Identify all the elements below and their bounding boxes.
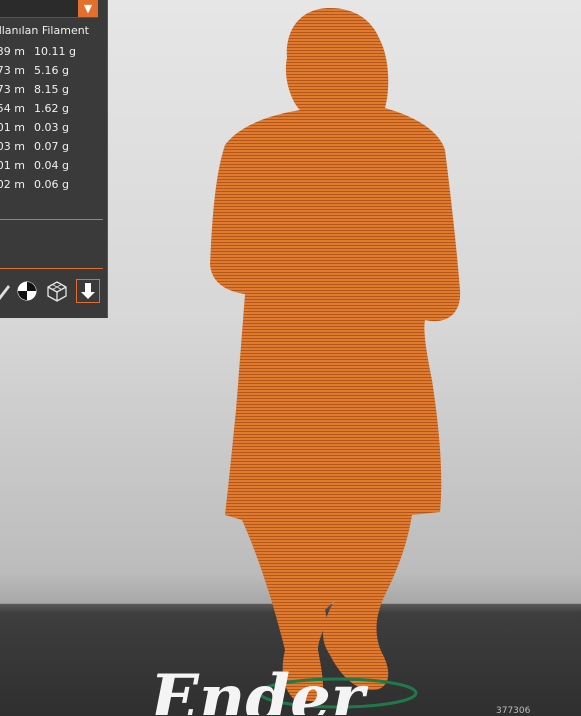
cube-wireframe-icon[interactable] [45,279,69,303]
filament-row: 01 m 0.03 g [0,121,69,134]
filament-row: 73 m 8.15 g [0,83,69,96]
filament-header: Kullanılan Filament [0,24,89,37]
divider [0,268,103,269]
divider [0,219,103,220]
filament-row: 02 m 0.06 g [0,178,69,191]
filament-row: 39 m 10.11 g [0,45,76,58]
filament-row: 54 m 1.62 g [0,102,69,115]
contrast-circle-icon[interactable] [15,279,39,303]
download-arrow-icon[interactable] [76,279,100,303]
svg-text:Ender: Ender [148,661,369,715]
triangle-down-icon[interactable]: ▼ [78,0,98,17]
filament-usage-panel: ▼ Kullanılan Filament 39 m10.11 g 73 m5.… [0,0,108,318]
filament-row: 01 m 0.04 g [0,159,69,172]
filament-row: 73 m 5.16 g [0,64,69,77]
filament-row: 03 m 0.07 g [0,140,69,153]
extruder-dropdown[interactable]: ▼ [0,0,98,18]
